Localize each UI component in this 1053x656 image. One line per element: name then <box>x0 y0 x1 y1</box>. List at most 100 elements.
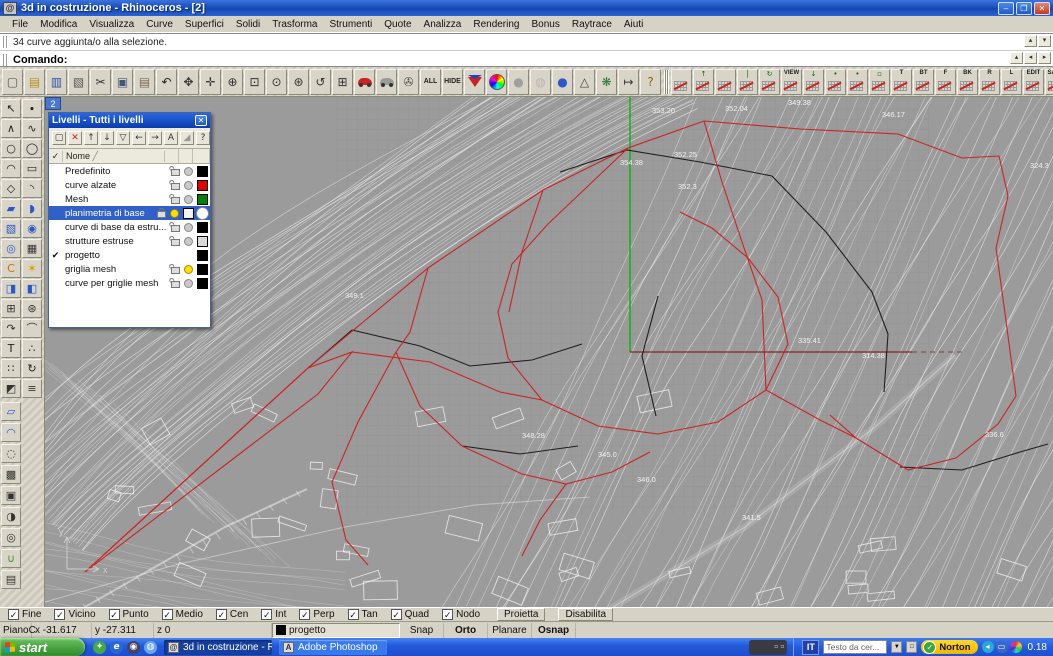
text-tool-button[interactable]: T <box>1 339 21 358</box>
mesh-uv-button[interactable]: ∪ <box>1 549 21 568</box>
new-file-button[interactable]: ▢ <box>2 69 23 95</box>
ellipse-button[interactable]: ◯ <box>22 139 42 158</box>
mesh-tool-button[interactable]: ▩ <box>1 465 21 484</box>
layer-lock-cell[interactable] <box>169 278 182 288</box>
layer-color-cell[interactable] <box>195 264 210 275</box>
taskbar-task-inactive[interactable]: AAdobe Photoshop <box>279 640 387 655</box>
lasso-select-button[interactable]: ◌ <box>1 444 21 463</box>
menu-analizza[interactable]: Analizza <box>418 17 468 32</box>
menu-file[interactable]: File <box>6 17 34 32</box>
layer-state-button[interactable] <box>464 69 485 95</box>
command-left-button[interactable]: ◂ <box>1024 52 1037 64</box>
color-wheel-button[interactable] <box>486 69 507 95</box>
sort-layers-button[interactable]: ◢ <box>180 131 194 145</box>
layer-lock-cell[interactable] <box>169 236 182 246</box>
extend-curve-button[interactable]: ↷ <box>1 319 21 338</box>
zoom-in-button[interactable]: ⊕ <box>222 69 243 95</box>
cplane-world-button[interactable] <box>671 69 692 95</box>
cplane-bt-button[interactable]: BT <box>913 69 934 95</box>
layer-bulb-cell[interactable] <box>182 167 195 176</box>
layer-row[interactable]: curve di base da estru... <box>49 220 210 234</box>
zoom-previous-button[interactable]: ↺ <box>310 69 331 95</box>
cplane-top-button[interactable]: ↑ <box>693 69 714 95</box>
polyline-button[interactable]: ∧ <box>1 119 21 138</box>
mesh-box-button[interactable]: ▦ <box>22 239 42 258</box>
rendered-view-button[interactable]: ● <box>552 69 573 95</box>
status-pane-osnap[interactable]: Osnap <box>532 623 576 638</box>
osnap-tan-checkbox[interactable]: ✓ <box>348 609 359 620</box>
osnap-nodo-checkbox[interactable]: ✓ <box>442 609 453 620</box>
browser-icon[interactable]: ◍ <box>144 641 157 654</box>
minimize-button[interactable]: – <box>998 2 1014 15</box>
zoom-selected-button[interactable]: ⊙ <box>266 69 287 95</box>
layer-color-cell[interactable] <box>195 180 210 191</box>
menu-bonus[interactable]: Bonus <box>526 17 566 32</box>
osnap-medio[interactable]: ✓Medio <box>162 609 203 620</box>
osnap-perp[interactable]: ✓Perp <box>299 609 334 620</box>
history-scroll-down-button[interactable]: ▾ <box>1038 35 1051 47</box>
osnap-fine-checkbox[interactable]: ✓ <box>8 609 19 620</box>
tray-color-icon[interactable] <box>1010 641 1022 653</box>
osnap-punto-checkbox[interactable]: ✓ <box>109 609 120 620</box>
split-button[interactable]: ◧ <box>22 279 42 298</box>
ghosted-view-button[interactable]: ◍ <box>530 69 551 95</box>
layer-lock-cell[interactable] <box>169 180 182 190</box>
settings-gears-button[interactable]: ❋ <box>596 69 617 95</box>
layer-row[interactable]: ✔progetto <box>49 248 210 262</box>
print-button[interactable]: ▧ <box>68 69 89 95</box>
layer-row[interactable]: planimetria di base <box>49 206 210 220</box>
current-layer-field[interactable]: progetto <box>272 623 400 638</box>
norton-badge[interactable]: ✓ Norton <box>921 640 977 654</box>
circle-button[interactable]: ○ <box>1 139 21 158</box>
cplane-zaxis-button[interactable]: │ <box>737 69 758 95</box>
command-right-button[interactable]: ▸ <box>1038 52 1051 64</box>
collapse-layers-button[interactable]: ← <box>132 131 146 145</box>
shaded-view-button[interactable]: ● <box>508 69 529 95</box>
layers-header-name[interactable]: Nome ╱ <box>63 151 165 162</box>
cplane-r-button[interactable]: R <box>979 69 1000 95</box>
new-layer-button[interactable]: ▢ <box>52 131 66 145</box>
delete-layer-button[interactable]: ✕ <box>68 131 82 145</box>
osnap-perp-checkbox[interactable]: ✓ <box>299 609 310 620</box>
paste-button[interactable]: ▤ <box>134 69 155 95</box>
osnap-quad-checkbox[interactable]: ✓ <box>391 609 402 620</box>
menu-visualizza[interactable]: Visualizza <box>83 17 140 32</box>
docked-toolbar[interactable]: ▫▫ <box>749 640 787 655</box>
osnap-int-checkbox[interactable]: ✓ <box>261 609 272 620</box>
help-button[interactable]: ? <box>640 69 661 95</box>
osnap-nodo[interactable]: ✓Nodo <box>442 609 480 620</box>
layer-bulb-cell[interactable] <box>182 237 195 246</box>
menu-aiuti[interactable]: Aiuti <box>618 17 649 32</box>
menu-quote[interactable]: Quote <box>378 17 417 32</box>
cplane-l-button[interactable]: L <box>1001 69 1022 95</box>
language-indicator[interactable]: IT <box>802 640 819 655</box>
status-pane-orto[interactable]: Orto <box>444 623 488 638</box>
array-polar-button[interactable]: ⊛ <box>22 299 42 318</box>
layer-lock-cell[interactable] <box>155 208 168 218</box>
msn-messenger-icon[interactable]: ✦ <box>93 641 106 654</box>
point-cloud-button[interactable]: ∴ <box>22 339 42 358</box>
layer-color-cell[interactable] <box>195 166 210 177</box>
osnap-punto[interactable]: ✓Punto <box>109 609 149 620</box>
layers-close-button[interactable]: ✕ <box>195 115 207 126</box>
layer-row[interactable]: curve per griglie mesh <box>49 276 210 290</box>
pan-hand-button[interactable]: ✥ <box>178 69 199 95</box>
select-all-button[interactable]: ALL <box>420 69 441 95</box>
osnap-vicino-checkbox[interactable]: ✓ <box>54 609 65 620</box>
tray-search-dropdown[interactable]: ▼ <box>891 641 902 653</box>
media-player-icon[interactable]: ◉ <box>127 641 140 654</box>
layer-lock-cell[interactable] <box>169 166 182 176</box>
render-options-button[interactable]: ✇ <box>398 69 419 95</box>
offset-curve-button[interactable]: ▣ <box>1 486 21 505</box>
array-rect-button[interactable]: ⊞ <box>1 299 21 318</box>
cplane-rotate-button[interactable]: ↻ <box>759 69 780 95</box>
menu-solidi[interactable]: Solidi <box>230 17 266 32</box>
cplane-view-button[interactable]: VIEW <box>781 69 802 95</box>
surface-plane-button[interactable]: ▰ <box>1 199 21 218</box>
layer-row[interactable]: curve alzate <box>49 178 210 192</box>
cplane-f-button[interactable]: F <box>935 69 956 95</box>
osnap-fine[interactable]: ✓Fine <box>8 609 41 620</box>
osnap-vicino[interactable]: ✓Vicino <box>54 609 95 620</box>
surface-revolve-button[interactable]: ◎ <box>1 239 21 258</box>
fillet-curve-button[interactable]: ⌒ <box>22 319 42 338</box>
